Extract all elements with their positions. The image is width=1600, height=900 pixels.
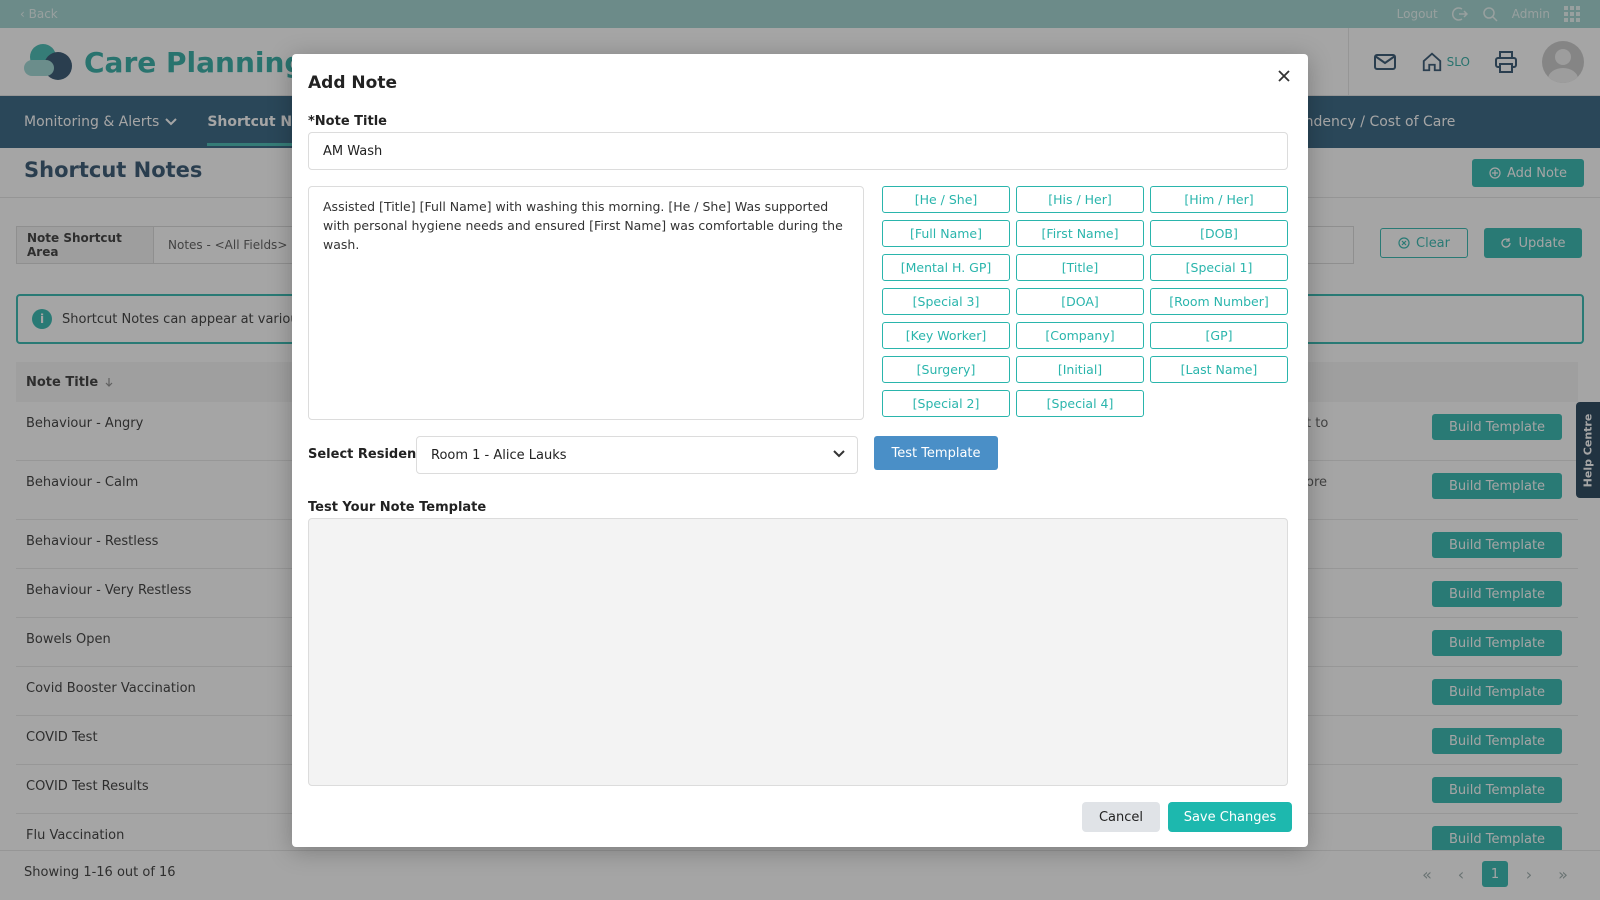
token-full-name[interactable]: [Full Name] [882,220,1010,247]
token-last-name[interactable]: [Last Name] [1150,356,1288,383]
token-room-number[interactable]: [Room Number] [1150,288,1288,315]
token-him-her[interactable]: [Him / Her] [1150,186,1288,213]
token-first-name[interactable]: [First Name] [1016,220,1144,247]
token-his-her[interactable]: [His / Her] [1016,186,1144,213]
token-special-4[interactable]: [Special 4] [1016,390,1144,417]
test-template-button[interactable]: Test Template [874,436,998,470]
token-special-3[interactable]: [Special 3] [882,288,1010,315]
token-gp[interactable]: [GP] [1150,322,1288,349]
save-changes-button[interactable]: Save Changes [1168,802,1292,832]
token-special-2[interactable]: [Special 2] [882,390,1010,417]
close-icon[interactable] [1276,68,1292,84]
token-special-1[interactable]: [Special 1] [1150,254,1288,281]
resident-select[interactable]: Room 1 - Alice Lauks [416,436,858,474]
token-initial[interactable]: [Initial] [1016,356,1144,383]
token-dob[interactable]: [DOB] [1150,220,1288,247]
token-mental-gp[interactable]: [Mental H. GP] [882,254,1010,281]
add-note-modal: Add Note *Note Title Assisted [Title] [F… [292,54,1308,847]
test-area-label: Test Your Note Template [308,500,487,515]
token-company[interactable]: [Company] [1016,322,1144,349]
test-output-area [308,518,1288,786]
cancel-button[interactable]: Cancel [1082,802,1160,832]
resident-selected-value: Room 1 - Alice Lauks [431,447,567,463]
token-he-she[interactable]: [He / She] [882,186,1010,213]
token-surgery[interactable]: [Surgery] [882,356,1010,383]
token-title[interactable]: [Title] [1016,254,1144,281]
token-doa[interactable]: [DOA] [1016,288,1144,315]
note-body-textarea[interactable]: Assisted [Title] [Full Name] with washin… [308,186,864,420]
select-resident-label: Select Resident: [308,447,428,462]
note-title-label: *Note Title [308,114,387,129]
note-title-input[interactable] [308,132,1288,170]
token-key-worker[interactable]: [Key Worker] [882,322,1010,349]
chevron-down-icon [833,450,845,458]
modal-title: Add Note [308,73,397,93]
